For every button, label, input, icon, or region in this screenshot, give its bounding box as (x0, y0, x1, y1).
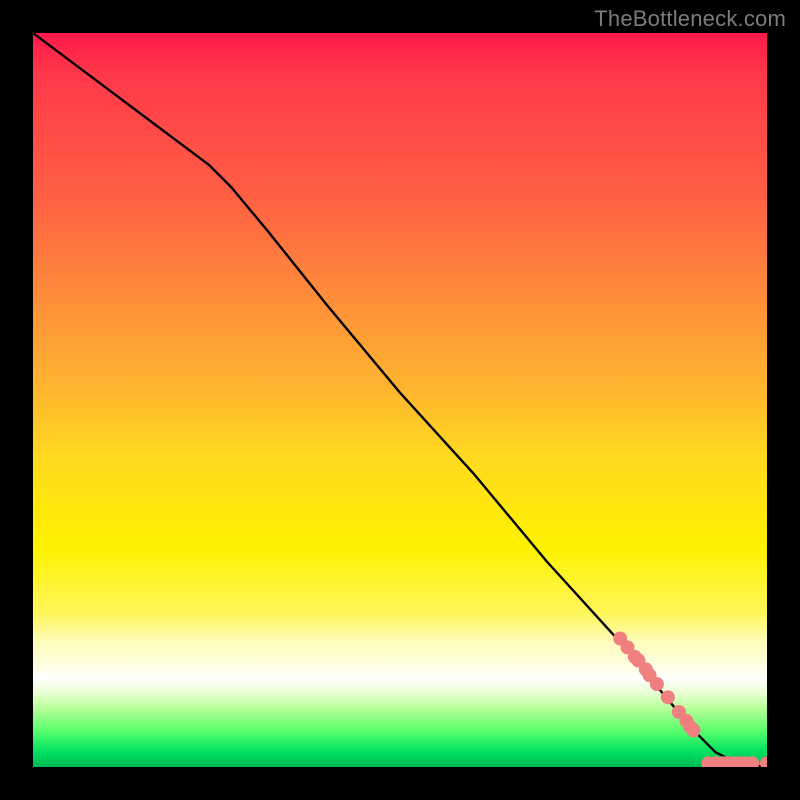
watermark-text: TheBottleneck.com (594, 6, 786, 32)
scatter-markers (613, 632, 767, 768)
scatter-point (701, 756, 715, 767)
chart-overlay (33, 33, 767, 767)
scatter-point (679, 714, 693, 728)
scatter-point (731, 756, 745, 767)
scatter-point (621, 640, 635, 654)
scatter-point (650, 677, 664, 691)
scatter-point (738, 756, 752, 767)
scatter-point (716, 756, 730, 767)
scatter-point (661, 690, 675, 704)
scatter-point (720, 756, 734, 767)
scatter-point (745, 756, 759, 767)
scatter-point (639, 662, 653, 676)
scatter-point (760, 756, 767, 767)
scatter-point (628, 650, 642, 664)
line-curve (33, 33, 767, 767)
scatter-point (672, 705, 686, 719)
scatter-point (723, 756, 737, 767)
scatter-point (632, 654, 646, 668)
scatter-point (643, 668, 657, 682)
scatter-point (683, 720, 697, 734)
scatter-point (613, 632, 627, 646)
plot-area (33, 33, 767, 767)
scatter-point (687, 723, 701, 737)
scatter-point (709, 756, 723, 767)
chart-frame: TheBottleneck.com (0, 0, 800, 800)
